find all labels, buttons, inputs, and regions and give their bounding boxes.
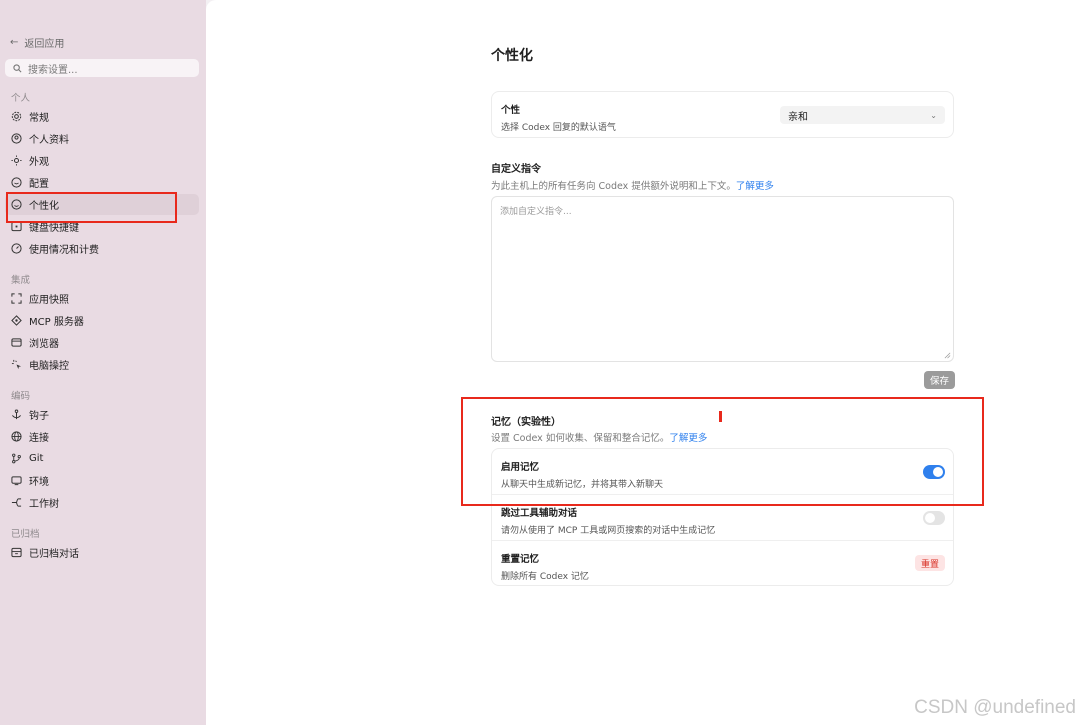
sidebar-item-config[interactable]: 配置 — [5, 172, 199, 193]
reset-memory-button[interactable]: 重置 — [915, 555, 945, 571]
sidebar-item-label: 已归档对话 — [29, 549, 79, 560]
sidebar-item-label: 钩子 — [29, 411, 49, 422]
sidebar-item-profile[interactable]: 个人资料 — [5, 128, 199, 149]
sidebar-item-label: Git — [29, 453, 44, 464]
custom-instructions-learn-more-link[interactable]: 了解更多 — [736, 181, 774, 192]
personality-desc: 选择 Codex 回复的默认语气 — [501, 123, 616, 133]
section-archived: 已归档 — [11, 529, 40, 540]
sidebar-item-general[interactable]: 常规 — [5, 106, 199, 127]
sidebar-item-snapshots[interactable]: 应用快照 — [5, 288, 199, 309]
reset-memory-row: 重置记忆 删除所有 Codex 记忆 — [492, 541, 953, 592]
sidebar-item-label: 使用情况和计费 — [29, 245, 99, 256]
back-to-app-button[interactable]: ← 返回应用 — [10, 35, 64, 50]
personality-selected-value: 亲和 — [788, 111, 808, 123]
page-title: 个性化 — [491, 48, 533, 64]
personality-card: 个性 选择 Codex 回复的默认语气 亲和 ⌄ — [491, 91, 954, 138]
skip-tools-toggle[interactable] — [923, 511, 945, 525]
sidebar-item-label: 个人资料 — [29, 135, 69, 146]
sidebar-item-label: 应用快照 — [29, 295, 69, 306]
section-personal: 个人 — [11, 93, 31, 104]
custom-instructions-desc: 为此主机上的所有任务向 Codex 提供额外说明和上下文。了解更多 — [491, 178, 774, 192]
section-integrations: 集成 — [11, 275, 31, 286]
sidebar-item-usage[interactable]: 使用情况和计费 — [5, 238, 199, 259]
config-icon — [11, 177, 22, 188]
save-button[interactable]: 保存 — [924, 371, 955, 389]
archive-icon — [11, 547, 22, 558]
search-icon — [13, 63, 22, 72]
personality-select[interactable]: 亲和 ⌄ — [780, 106, 945, 124]
sidebar-item-git[interactable]: Git — [5, 448, 199, 469]
sidebar: ← 返回应用 搜索设置... 个人 常规 个人资料 外观 配置 个性化 键盘快捷… — [0, 0, 206, 725]
mcp-icon — [11, 315, 22, 326]
sidebar-item-worktrees[interactable]: 工作树 — [5, 492, 199, 513]
browser-icon — [11, 337, 22, 348]
gauge-icon — [11, 243, 22, 254]
sidebar-item-mcp[interactable]: MCP 服务器 — [5, 310, 199, 331]
screenshot-icon — [11, 293, 22, 304]
gear-icon — [11, 111, 22, 122]
personality-label: 个性 — [501, 105, 521, 116]
sidebar-item-label: 连接 — [29, 433, 49, 444]
annotation-box-memory — [461, 397, 984, 506]
skip-tools-label: 跳过工具辅助对话 — [501, 508, 578, 519]
text-cursor-mark — [719, 411, 722, 422]
anchor-icon — [11, 409, 22, 420]
reset-memory-desc: 删除所有 Codex 记忆 — [501, 572, 589, 582]
git-branch-icon — [11, 453, 22, 464]
monitor-icon — [11, 475, 22, 486]
sun-icon — [11, 155, 22, 166]
skip-tools-desc: 请勿从使用了 MCP 工具或网页搜索的对话中生成记忆 — [501, 526, 716, 536]
main-panel: 个性化 个性 选择 Codex 回复的默认语气 亲和 ⌄ 自定义指令 为此主机上… — [206, 0, 1080, 725]
search-placeholder: 搜索设置... — [28, 64, 78, 76]
custom-instructions-desc-text: 为此主机上的所有任务向 Codex 提供额外说明和上下文。 — [491, 181, 736, 192]
sidebar-item-label: MCP 服务器 — [29, 317, 84, 328]
sidebar-item-label: 环境 — [29, 477, 49, 488]
arrow-left-icon: ← — [10, 37, 19, 48]
sidebar-item-appearance[interactable]: 外观 — [5, 150, 199, 171]
custom-instructions-placeholder: 添加自定义指令... — [500, 207, 572, 217]
sidebar-item-hooks[interactable]: 钩子 — [5, 404, 199, 425]
custom-instructions-heading: 自定义指令 — [491, 164, 541, 175]
custom-instructions-textarea[interactable]: 添加自定义指令... — [491, 196, 954, 362]
sidebar-item-label: 常规 — [29, 113, 49, 124]
sidebar-item-archived-chats[interactable]: 已归档对话 — [5, 542, 199, 563]
worktree-icon — [11, 497, 22, 508]
globe-icon — [11, 431, 22, 442]
user-circle-icon — [11, 133, 22, 144]
settings-search-input[interactable]: 搜索设置... — [5, 59, 199, 77]
sidebar-item-computer-control[interactable]: 电脑操控 — [5, 354, 199, 375]
sparkle-cursor-icon — [11, 359, 22, 370]
reset-memory-label: 重置记忆 — [501, 554, 540, 565]
sidebar-item-label: 电脑操控 — [29, 361, 69, 372]
chevron-down-icon: ⌄ — [930, 110, 937, 120]
watermark: CSDN @undefined — [914, 697, 1076, 718]
back-label: 返回应用 — [24, 39, 65, 50]
resize-handle-icon[interactable] — [944, 352, 951, 359]
sidebar-item-connections[interactable]: 连接 — [5, 426, 199, 447]
annotation-box-personalization — [6, 192, 177, 223]
sidebar-item-environments[interactable]: 环境 — [5, 470, 199, 491]
sidebar-item-label: 外观 — [29, 157, 49, 168]
sidebar-item-label: 工作树 — [29, 499, 59, 510]
section-coding: 编码 — [11, 391, 31, 402]
sidebar-item-browser[interactable]: 浏览器 — [5, 332, 199, 353]
sidebar-item-label: 配置 — [29, 179, 49, 190]
sidebar-item-label: 浏览器 — [29, 339, 59, 350]
